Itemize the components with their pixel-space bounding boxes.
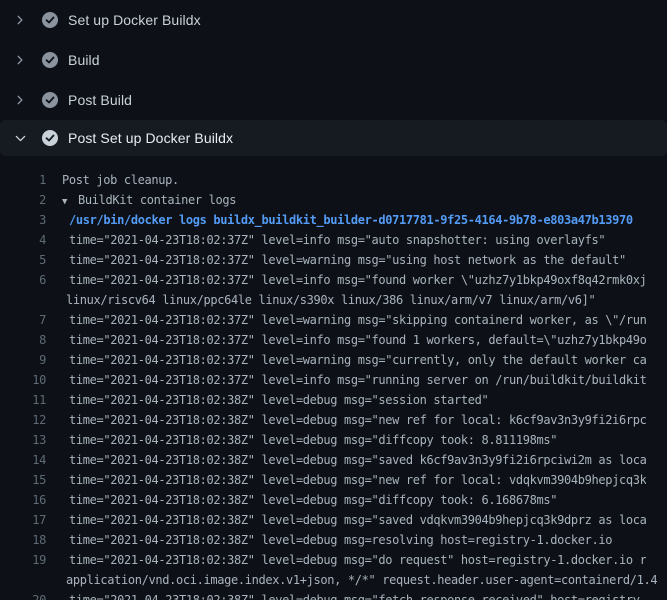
line-number[interactable]: 5 (0, 250, 46, 270)
log-text: time="2021-04-23T18:02:38Z" level=debug … (46, 450, 646, 470)
line-number[interactable] (0, 570, 46, 590)
log-text: time="2021-04-23T18:02:38Z" level=debug … (46, 390, 488, 410)
log-line: 15 time="2021-04-23T18:02:38Z" level=deb… (0, 470, 667, 490)
line-number[interactable]: 3 (0, 210, 46, 230)
step-build[interactable]: Build (0, 40, 667, 80)
chevron-right-icon (12, 92, 28, 108)
chevron-right-icon (12, 52, 28, 68)
step-post-set-up-docker-buildx[interactable]: Post Set up Docker Buildx (0, 120, 667, 156)
check-circle-icon (42, 130, 58, 146)
step-post-build[interactable]: Post Build (0, 80, 667, 120)
line-number[interactable]: 16 (0, 490, 46, 510)
line-number[interactable]: 15 (0, 470, 46, 490)
log-text: time="2021-04-23T18:02:37Z" level=warnin… (46, 350, 646, 370)
line-number[interactable]: 11 (0, 390, 46, 410)
log-line: 6 time="2021-04-23T18:02:37Z" level=info… (0, 270, 667, 290)
log-text: ▼BuildKit container logs (46, 190, 236, 210)
log-text: time="2021-04-23T18:02:38Z" level=debug … (46, 410, 646, 430)
log-text: application/vnd.oci.image.index.v1+json,… (46, 570, 657, 590)
log-text: /usr/bin/docker logs buildx_buildkit_bui… (46, 210, 633, 230)
log-line: 4 time="2021-04-23T18:02:37Z" level=info… (0, 230, 667, 250)
log-line: 18 time="2021-04-23T18:02:38Z" level=deb… (0, 530, 667, 550)
check-circle-icon (42, 12, 58, 28)
line-number[interactable]: 7 (0, 310, 46, 330)
log-line: 5 time="2021-04-23T18:02:37Z" level=warn… (0, 250, 667, 270)
line-number[interactable]: 8 (0, 330, 46, 350)
log-line: 14 time="2021-04-23T18:02:38Z" level=deb… (0, 450, 667, 470)
line-number[interactable]: 18 (0, 530, 46, 550)
log-text: time="2021-04-23T18:02:37Z" level=info m… (46, 270, 646, 290)
log-line: 8 time="2021-04-23T18:02:37Z" level=info… (0, 330, 667, 350)
group-collapse-triangle-icon[interactable]: ▼ (62, 192, 78, 210)
log-text: time="2021-04-23T18:02:37Z" level=warnin… (46, 310, 646, 330)
step-label: Post Build (68, 92, 132, 108)
check-circle-icon (42, 52, 58, 68)
line-number[interactable]: 10 (0, 370, 46, 390)
log-text: time="2021-04-23T18:02:38Z" level=debug … (46, 590, 646, 600)
line-number[interactable]: 20 (0, 590, 46, 600)
log-text: linux/riscv64 linux/ppc64le linux/s390x … (46, 290, 595, 310)
log-text: time="2021-04-23T18:02:38Z" level=debug … (46, 470, 646, 490)
log-line: 1 Post job cleanup. (0, 170, 667, 190)
line-number[interactable]: 12 (0, 410, 46, 430)
log-text: time="2021-04-23T18:02:38Z" level=debug … (46, 430, 557, 450)
chevron-right-icon (12, 12, 28, 28)
log-line: linux/riscv64 linux/ppc64le linux/s390x … (0, 290, 667, 310)
line-number[interactable]: 19 (0, 550, 46, 570)
log-viewer: 1 Post job cleanup. 2 ▼BuildKit containe… (0, 156, 667, 600)
log-line: 3 /usr/bin/docker logs buildx_buildkit_b… (0, 210, 667, 230)
log-line: 10 time="2021-04-23T18:02:37Z" level=inf… (0, 370, 667, 390)
log-text: time="2021-04-23T18:02:37Z" level=warnin… (46, 250, 626, 270)
step-label: Set up Docker Buildx (68, 12, 201, 28)
step-label: Build (68, 52, 100, 68)
log-text: time="2021-04-23T18:02:38Z" level=debug … (46, 510, 646, 530)
line-number[interactable]: 13 (0, 430, 46, 450)
log-text: time="2021-04-23T18:02:37Z" level=info m… (46, 370, 646, 390)
log-line: 13 time="2021-04-23T18:02:38Z" level=deb… (0, 430, 667, 450)
log-line: 19 time="2021-04-23T18:02:38Z" level=deb… (0, 550, 667, 570)
log-line: 11 time="2021-04-23T18:02:38Z" level=deb… (0, 390, 667, 410)
check-circle-icon (42, 92, 58, 108)
log-line: 12 time="2021-04-23T18:02:38Z" level=deb… (0, 410, 667, 430)
line-number[interactable] (0, 290, 46, 310)
log-text: time="2021-04-23T18:02:37Z" level=info m… (46, 230, 605, 250)
line-number[interactable]: 4 (0, 230, 46, 250)
log-line: 9 time="2021-04-23T18:02:37Z" level=warn… (0, 350, 667, 370)
step-set-up-docker-buildx[interactable]: Set up Docker Buildx (0, 0, 667, 40)
line-number[interactable]: 17 (0, 510, 46, 530)
log-line: 7 time="2021-04-23T18:02:37Z" level=warn… (0, 310, 667, 330)
log-line: 2 ▼BuildKit container logs (0, 190, 667, 210)
line-number[interactable]: 9 (0, 350, 46, 370)
line-number[interactable]: 6 (0, 270, 46, 290)
log-line: application/vnd.oci.image.index.v1+json,… (0, 570, 667, 590)
log-line: 20 time="2021-04-23T18:02:38Z" level=deb… (0, 590, 667, 600)
log-text: time="2021-04-23T18:02:38Z" level=debug … (46, 550, 646, 570)
line-number[interactable]: 2 (0, 190, 46, 210)
step-label: Post Set up Docker Buildx (68, 130, 233, 146)
log-text: time="2021-04-23T18:02:37Z" level=info m… (46, 330, 646, 350)
chevron-down-icon (12, 130, 28, 146)
line-number[interactable]: 14 (0, 450, 46, 470)
log-line: 16 time="2021-04-23T18:02:38Z" level=deb… (0, 490, 667, 510)
log-text: time="2021-04-23T18:02:38Z" level=debug … (46, 490, 557, 510)
log-text: time="2021-04-23T18:02:38Z" level=debug … (46, 530, 612, 550)
log-line: 17 time="2021-04-23T18:02:38Z" level=deb… (0, 510, 667, 530)
log-text: Post job cleanup. (46, 170, 179, 190)
line-number[interactable]: 1 (0, 170, 46, 190)
job-steps-list: Set up Docker Buildx Build Post Build Po… (0, 0, 667, 156)
